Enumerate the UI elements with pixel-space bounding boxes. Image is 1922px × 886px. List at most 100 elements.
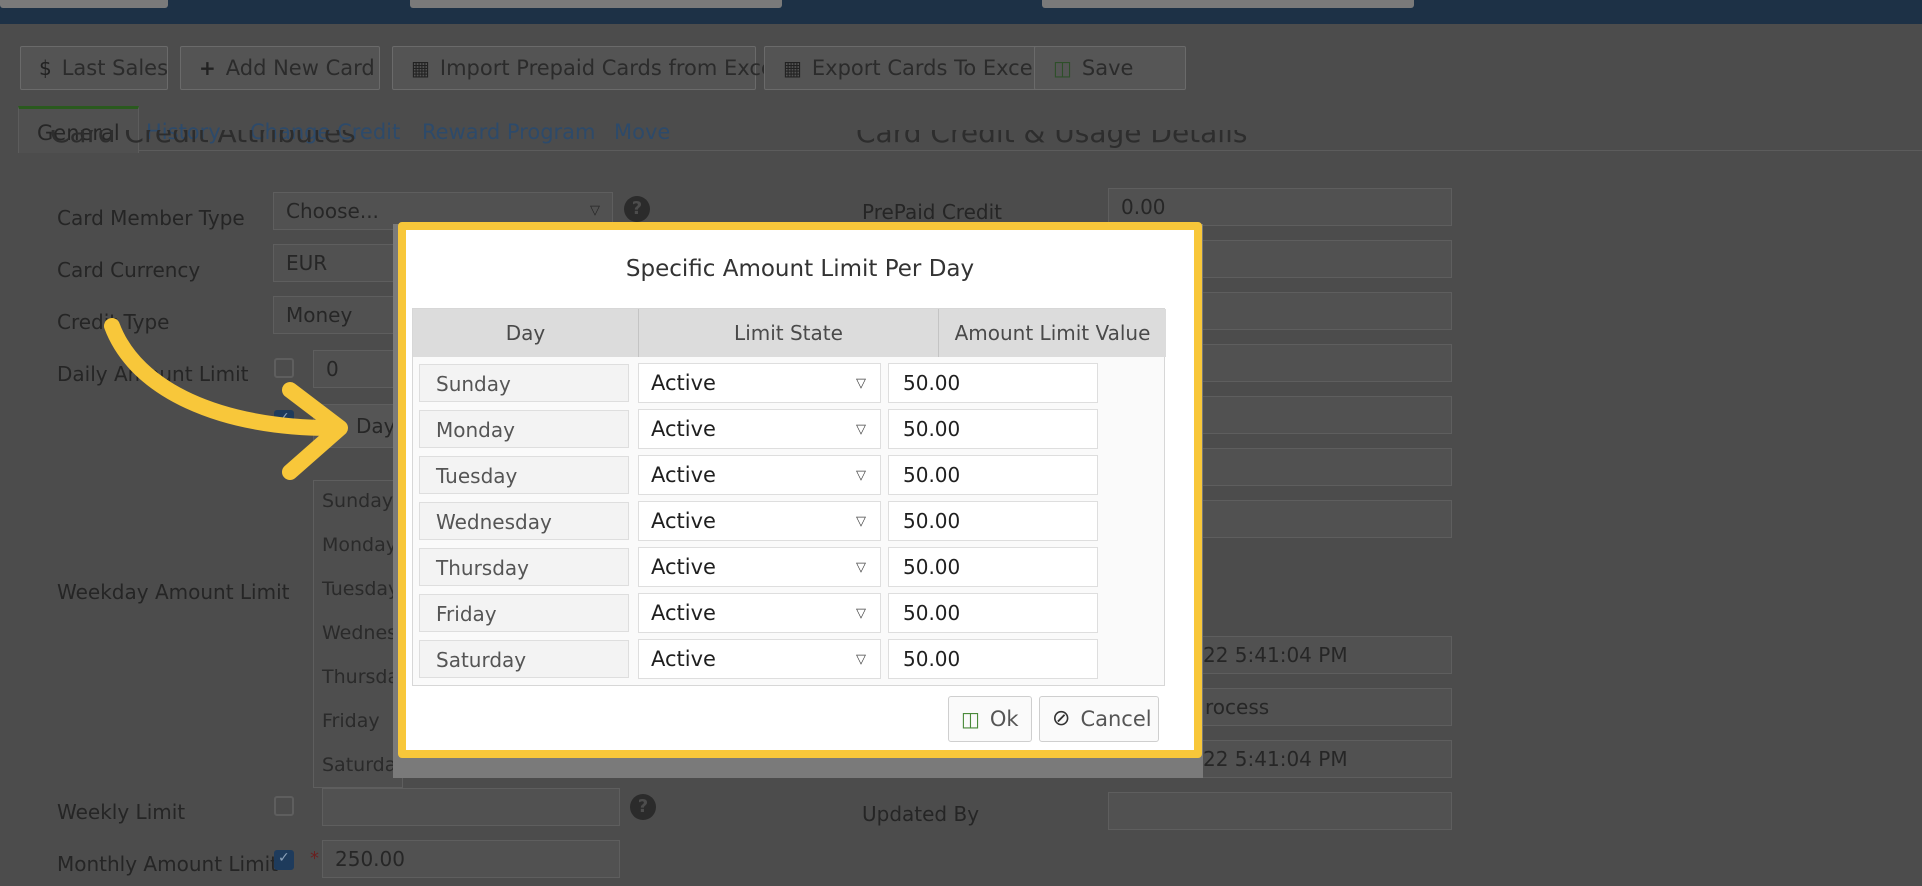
- created-date-value: 22 5:41:04 PM: [1203, 643, 1348, 667]
- updated-by-input[interactable]: [1108, 792, 1452, 830]
- left-section-title: Card Credit Attributes: [50, 130, 356, 149]
- column-header-amount-limit-value[interactable]: Amount Limit Value: [939, 309, 1166, 357]
- table-row: Sunday Active ▽ 50.00: [413, 359, 1164, 405]
- limit-state-value: Active: [651, 371, 716, 395]
- background-day-cell: Saturda: [322, 754, 397, 776]
- amount-limit-input[interactable]: 50.00: [888, 409, 1098, 449]
- tab-reward-program[interactable]: Reward Program: [422, 120, 596, 144]
- table-row: Tuesday Active ▽ 50.00: [413, 451, 1164, 497]
- right-section-title: Card Credit & Usage Details: [856, 130, 1248, 149]
- background-day-cell: Sunday: [322, 490, 394, 512]
- export-excel-button[interactable]: ▦ Export Cards To Excel: [764, 46, 1046, 90]
- day-cell: Sunday: [419, 364, 629, 402]
- table-row: Monday Active ▽ 50.00: [413, 405, 1164, 451]
- amount-limit-dialog: Specific Amount Limit Per Day Day Limit …: [398, 222, 1202, 758]
- export-excel-label: Export Cards To Excel: [811, 56, 1039, 80]
- day-cell: Tuesday: [419, 456, 629, 494]
- dollar-icon: $: [39, 56, 52, 80]
- table-row: Wednesday Active ▽ 50.00: [413, 497, 1164, 543]
- amount-limit-input[interactable]: 50.00: [888, 593, 1098, 633]
- card-currency-select[interactable]: EUR: [273, 244, 403, 282]
- amount-limit-grid: Day Limit State Amount Limit Value Sunda…: [412, 308, 1166, 686]
- cancel-button[interactable]: ⊘ Cancel: [1039, 696, 1159, 742]
- weekly-limit-label: Weekly Limit: [57, 800, 186, 824]
- caret-down-icon: ▽: [856, 422, 866, 437]
- updated-by-label: Updated By: [862, 802, 980, 826]
- topbar-field[interactable]: [0, 0, 168, 8]
- excel-file-icon: ▦: [783, 56, 802, 80]
- card-member-type-value: Choose...: [286, 199, 379, 223]
- monthly-amount-limit-label: Monthly Amount Limit: [57, 852, 278, 876]
- cancel-label: Cancel: [1080, 707, 1152, 731]
- floppy-disk-icon: ◫: [1053, 56, 1072, 80]
- background-day-cell: Wednes: [322, 622, 398, 644]
- table-row: Thursday Active ▽ 50.00: [413, 543, 1164, 589]
- limit-state-select[interactable]: Active ▽: [638, 409, 881, 449]
- amount-limit-input[interactable]: 50.00: [888, 363, 1098, 403]
- column-header-day[interactable]: Day: [413, 309, 639, 357]
- prepaid-credit-input[interactable]: 0.00: [1108, 188, 1452, 226]
- caret-down-icon: ▽: [856, 652, 866, 667]
- topbar-search-field[interactable]: [410, 0, 782, 8]
- question-circle-icon[interactable]: ?: [630, 794, 656, 820]
- required-marker: *: [310, 848, 319, 869]
- save-button[interactable]: ◫ Save: [1034, 46, 1186, 90]
- monthly-amount-limit-value: 250.00: [335, 847, 405, 871]
- card-currency-value: EUR: [286, 251, 328, 275]
- caret-down-icon: ▽: [856, 376, 866, 391]
- prepaid-credit-label: PrePaid Credit: [862, 200, 1002, 224]
- background-day-cell: Monday: [322, 534, 398, 556]
- updated-date-value: 22 5:41:04 PM: [1203, 747, 1348, 771]
- amount-limit-input[interactable]: 50.00: [888, 639, 1098, 679]
- ok-label: Ok: [989, 707, 1019, 731]
- monthly-amount-limit-input[interactable]: 250.00: [322, 840, 620, 878]
- ok-button[interactable]: ◫ Ok: [948, 696, 1032, 742]
- weekly-limit-checkbox[interactable]: [274, 796, 294, 816]
- monthly-amount-limit-checkbox[interactable]: [274, 850, 294, 870]
- card-currency-label: Card Currency: [57, 258, 201, 282]
- day-cell: Saturday: [419, 640, 629, 678]
- weekly-limit-input[interactable]: [322, 788, 620, 826]
- caret-down-icon: ▽: [856, 514, 866, 529]
- day-cell: Friday: [419, 594, 629, 632]
- limit-state-value: Active: [651, 509, 716, 533]
- prepaid-credit-value: 0.00: [1121, 195, 1166, 219]
- limit-state-select[interactable]: Active ▽: [638, 547, 881, 587]
- limit-state-select[interactable]: Active ▽: [638, 593, 881, 633]
- tab-move[interactable]: Move: [614, 120, 670, 144]
- background-day-cell: Tuesday: [322, 578, 400, 600]
- amount-limit-input[interactable]: 50.00: [888, 547, 1098, 587]
- limit-state-select[interactable]: Active ▽: [638, 363, 881, 403]
- limit-state-value: Active: [651, 417, 716, 441]
- card-member-type-label: Card Member Type: [57, 206, 245, 230]
- limit-state-select[interactable]: Active ▽: [638, 455, 881, 495]
- day-cell: Monday: [419, 410, 629, 448]
- topbar-field[interactable]: [1042, 0, 1414, 8]
- amount-limit-input[interactable]: 50.00: [888, 501, 1098, 541]
- floppy-disk-icon: ◫: [961, 707, 980, 731]
- background-day-cell: Friday: [322, 710, 380, 732]
- background-day-cell: Thursda: [322, 666, 400, 688]
- amount-limit-input[interactable]: 50.00: [888, 455, 1098, 495]
- limit-state-select[interactable]: Active ▽: [638, 501, 881, 541]
- question-circle-icon[interactable]: ?: [624, 196, 650, 222]
- import-excel-button[interactable]: ▦ Import Prepaid Cards from Excel: [392, 46, 780, 90]
- caret-down-icon: ▽: [856, 560, 866, 575]
- limit-state-value: Active: [651, 555, 716, 579]
- limit-state-select[interactable]: Active ▽: [638, 639, 881, 679]
- dialog-title: Specific Amount Limit Per Day: [625, 256, 975, 282]
- column-header-limit-state[interactable]: Limit State: [639, 309, 939, 357]
- table-row: Saturday Active ▽ 50.00: [413, 635, 1164, 681]
- table-row: Friday Active ▽ 50.00: [413, 589, 1164, 635]
- add-new-card-button[interactable]: + Add New Card: [180, 46, 380, 90]
- limit-state-value: Active: [651, 647, 716, 671]
- last-sales-button[interactable]: $ Last Sales: [20, 46, 168, 90]
- excel-file-icon: ▦: [411, 56, 430, 80]
- caret-down-icon: ▽: [856, 468, 866, 483]
- day-cell: Wednesday: [419, 502, 629, 540]
- curved-arrow-icon: [104, 318, 348, 480]
- day-cell: Thursday: [419, 548, 629, 586]
- import-excel-label: Import Prepaid Cards from Excel: [439, 56, 780, 80]
- last-sales-label: Last Sales: [61, 56, 169, 80]
- limit-state-value: Active: [651, 463, 716, 487]
